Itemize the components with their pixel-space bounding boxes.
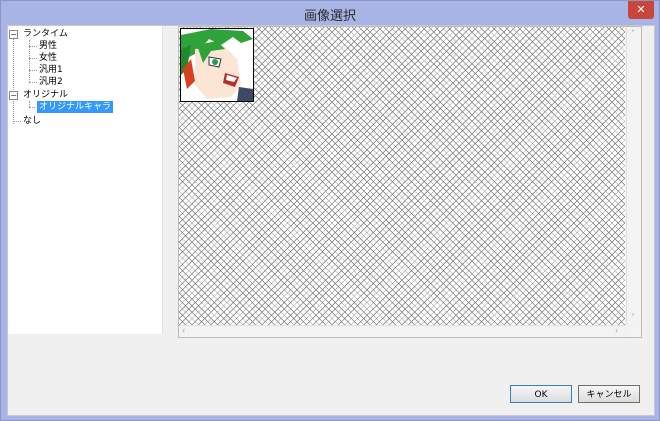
horizontal-scrollbar[interactable]: ‹ › [179, 325, 625, 337]
image-select-dialog: 画像選択 ✕ − ランタイム 男性 女性 汎用1 汎用2 − オリジナル オリジ… [0, 0, 660, 421]
tree-item-random[interactable]: ランタイム [23, 28, 68, 40]
scroll-down-icon[interactable]: ˅ [631, 313, 635, 322]
title-bar: 画像選択 ✕ [1, 1, 659, 25]
scroll-left-icon[interactable]: ‹ [182, 326, 185, 335]
expand-toggle-random[interactable]: − [9, 30, 18, 39]
cancel-button[interactable]: キャンセル [578, 385, 640, 403]
expand-toggle-original[interactable]: − [9, 91, 18, 100]
scroll-up-icon[interactable]: ˄ [631, 29, 635, 38]
tree-item-general-1[interactable]: 汎用1 [39, 64, 63, 76]
tree-item-none[interactable]: なし [23, 115, 41, 127]
window-title: 画像選択 [303, 9, 356, 24]
tree-item-original-character[interactable]: オリジナルキャラ [35, 100, 115, 114]
tree-item-general-2[interactable]: 汎用2 [39, 76, 63, 88]
tree-item-original[interactable]: オリジナル [23, 89, 68, 101]
image-grid [179, 27, 625, 325]
scrollbar-corner [627, 326, 641, 337]
image-preview-panel: ˄ ˅ ‹ › [178, 26, 642, 338]
scroll-right-icon[interactable]: › [615, 326, 618, 335]
category-tree[interactable]: − ランタイム 男性 女性 汎用1 汎用2 − オリジナル オリジナルキャラ な… [8, 26, 163, 334]
dialog-body: − ランタイム 男性 女性 汎用1 汎用2 − オリジナル オリジナルキャラ な… [7, 25, 655, 416]
tree-item-female[interactable]: 女性 [39, 52, 57, 64]
close-button[interactable]: ✕ [628, 1, 654, 19]
ok-button[interactable]: OK [510, 385, 572, 403]
vertical-scrollbar[interactable]: ˄ ˅ [626, 27, 641, 325]
tree-item-male[interactable]: 男性 [39, 40, 57, 52]
character-portrait-icon[interactable] [180, 28, 254, 102]
